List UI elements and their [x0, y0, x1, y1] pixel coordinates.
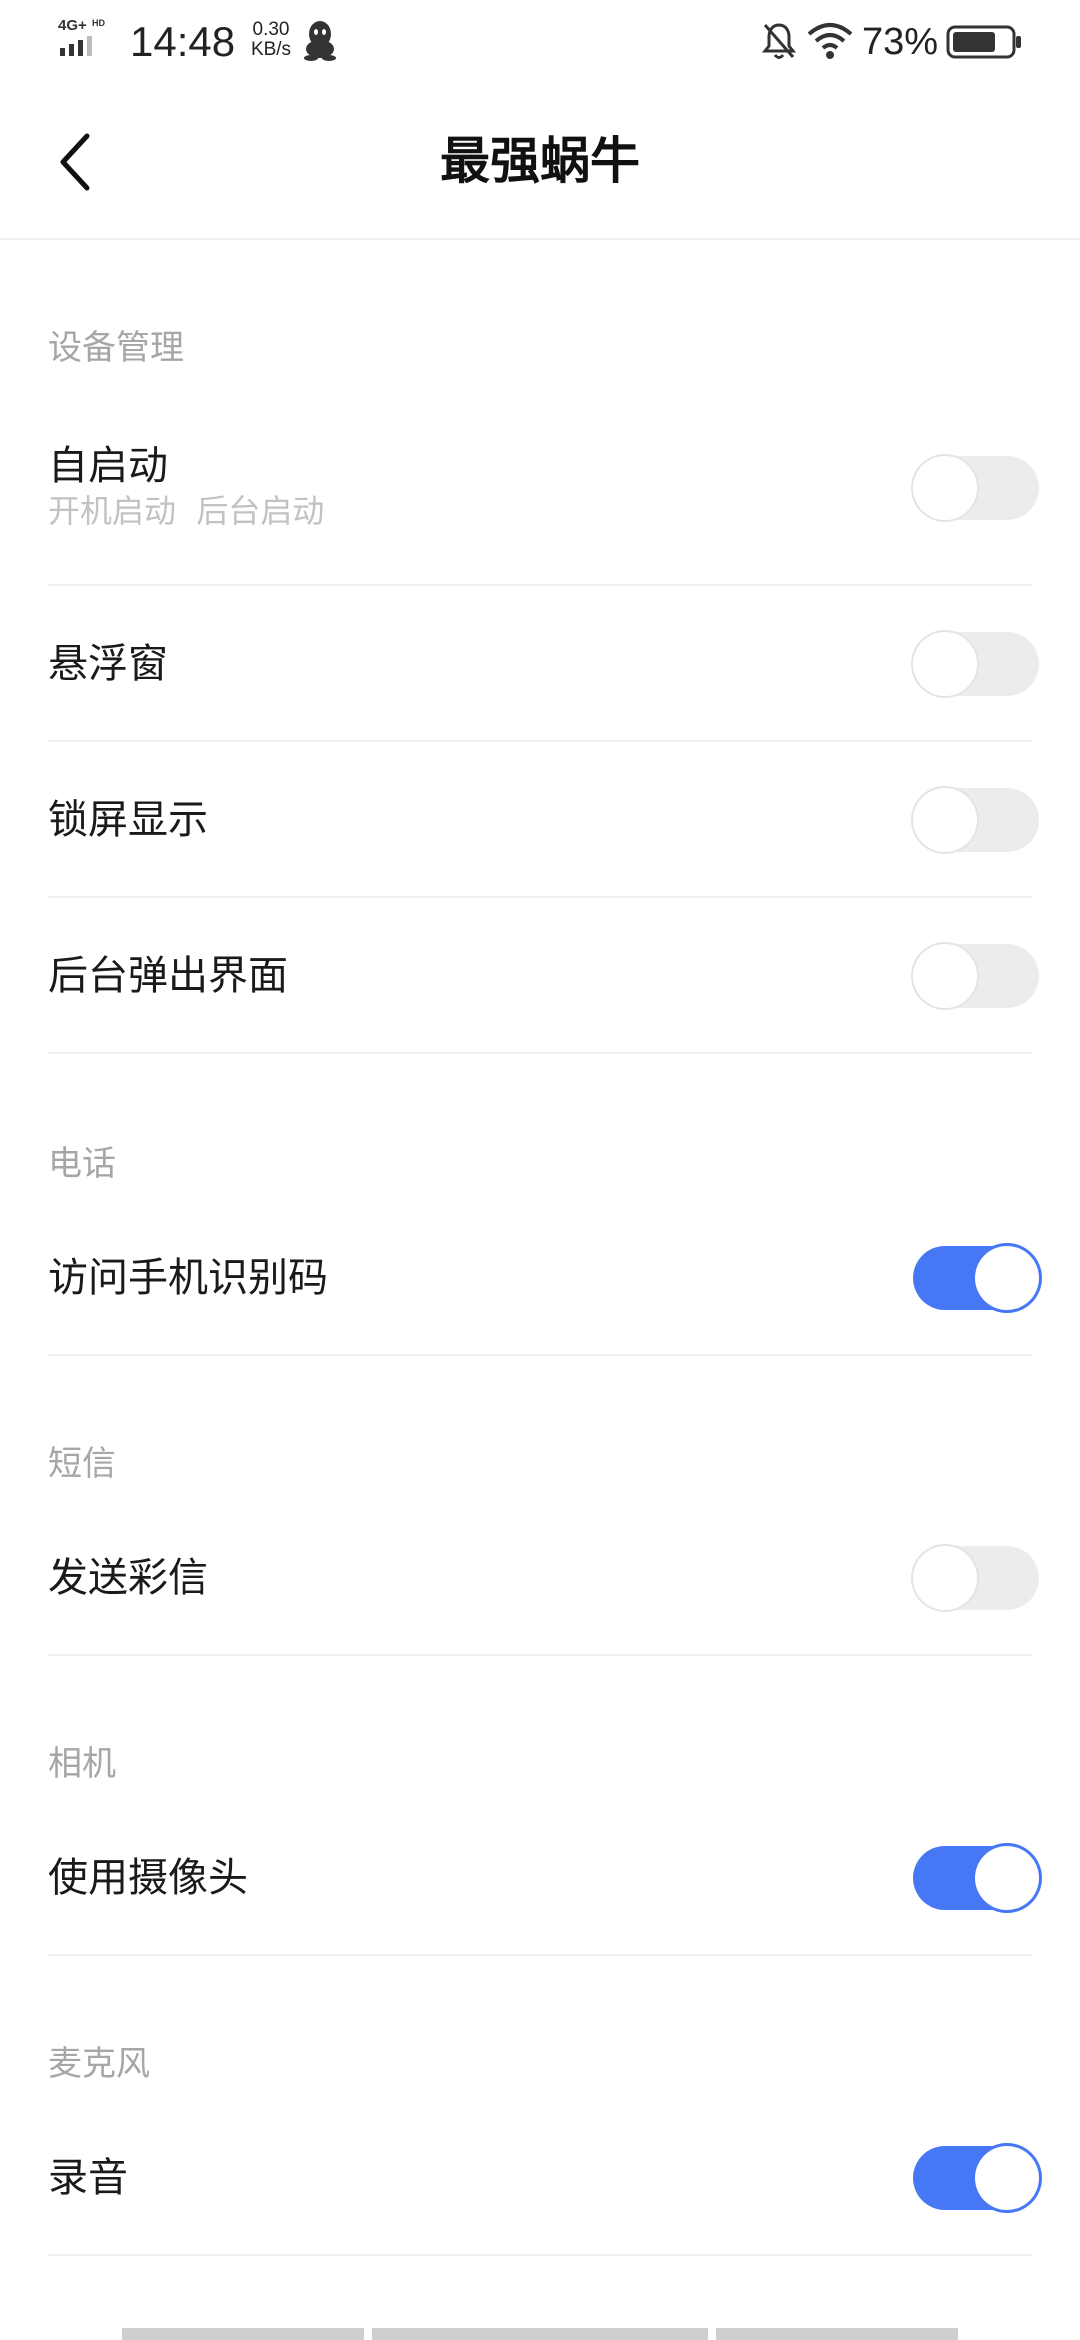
- section-title-device: 设备管理: [48, 328, 184, 368]
- divider: [48, 1354, 1032, 1356]
- setting-label: 后台弹出界面: [48, 953, 288, 999]
- app-header: 最强蜗牛: [0, 84, 1080, 240]
- setting-row-mms[interactable]: 发送彩信: [0, 1500, 1080, 1656]
- status-bar: 4G+ HD 14:48 0.30 KB/s 73%: [0, 0, 1080, 84]
- toggle-record[interactable]: [913, 2146, 1039, 2210]
- bottom-bar-segment: [716, 2328, 958, 2340]
- network-speed: 0.30 KB/s: [243, 20, 299, 60]
- setting-row-bg-popup[interactable]: 后台弹出界面: [0, 898, 1080, 1054]
- signal-icon: 4G+ HD: [58, 17, 105, 56]
- bottom-bar-segment: [122, 2328, 364, 2340]
- bottom-bar-segment: [372, 2328, 708, 2340]
- battery-percent: 73%: [862, 21, 939, 63]
- toggle-knob: [913, 632, 977, 696]
- setting-label: 悬浮窗: [48, 641, 168, 687]
- toggle-lockscreen[interactable]: [913, 788, 1039, 852]
- setting-label: 使用摄像头: [48, 1855, 248, 1901]
- toggle-knob: [913, 944, 977, 1008]
- section-title-camera: 相机: [48, 1744, 116, 1784]
- network-speed-value: 0.30: [252, 19, 290, 40]
- toggle-mms[interactable]: [913, 1546, 1039, 1610]
- toggle-knob: [913, 1546, 977, 1610]
- toggle-knob: [975, 1846, 1039, 1910]
- toggle-knob: [975, 1246, 1039, 1310]
- setting-sublabel: 开机启动 后台启动: [48, 492, 325, 530]
- clock: 14:48: [130, 18, 236, 65]
- divider: [48, 1954, 1032, 1956]
- setting-row-autostart[interactable]: 自启动 开机启动 后台启动: [0, 420, 1080, 586]
- qq-icon: [304, 21, 336, 61]
- network-speed-unit: KB/s: [250, 39, 292, 60]
- mute-bell-icon: [761, 23, 797, 59]
- toggle-autostart[interactable]: [913, 456, 1039, 520]
- section-title-phone: 电话: [48, 1144, 116, 1184]
- toggle-knob: [975, 2146, 1039, 2210]
- toggle-knob: [913, 788, 977, 852]
- toggle-float-window[interactable]: [913, 632, 1039, 696]
- section-title-mic: 麦克风: [48, 2044, 150, 2084]
- setting-label: 访问手机识别码: [48, 1255, 328, 1301]
- setting-label: 自启动: [48, 443, 168, 489]
- setting-row-imei[interactable]: 访问手机识别码: [0, 1200, 1080, 1356]
- divider: [48, 1654, 1032, 1656]
- battery-icon: [946, 25, 1021, 59]
- page-title: 最强蜗牛: [440, 132, 640, 190]
- setting-row-camera[interactable]: 使用摄像头: [0, 1800, 1080, 1956]
- setting-label: 发送彩信: [48, 1555, 208, 1601]
- toggle-camera[interactable]: [913, 1846, 1039, 1910]
- setting-label: 锁屏显示: [48, 797, 208, 843]
- setting-label: 录音: [48, 2155, 128, 2201]
- toggle-knob: [913, 456, 977, 520]
- network-hd-label: HD: [92, 18, 105, 28]
- wifi-icon: [807, 23, 853, 59]
- network-type-label: 4G+: [58, 17, 87, 34]
- setting-row-lockscreen[interactable]: 锁屏显示: [0, 742, 1080, 898]
- toggle-bg-popup[interactable]: [913, 944, 1039, 1008]
- setting-row-record[interactable]: 录音: [0, 2100, 1080, 2256]
- toggle-imei[interactable]: [913, 1246, 1039, 1310]
- divider: [48, 1052, 1032, 1054]
- setting-row-float-window[interactable]: 悬浮窗: [0, 586, 1080, 742]
- divider: [48, 2254, 1032, 2256]
- permission-settings-page: 4G+ HD 14:48 0.30 KB/s 73% 最强蜗牛 设备管理 自启动…: [0, 0, 1080, 2340]
- section-title-sms: 短信: [48, 1444, 116, 1484]
